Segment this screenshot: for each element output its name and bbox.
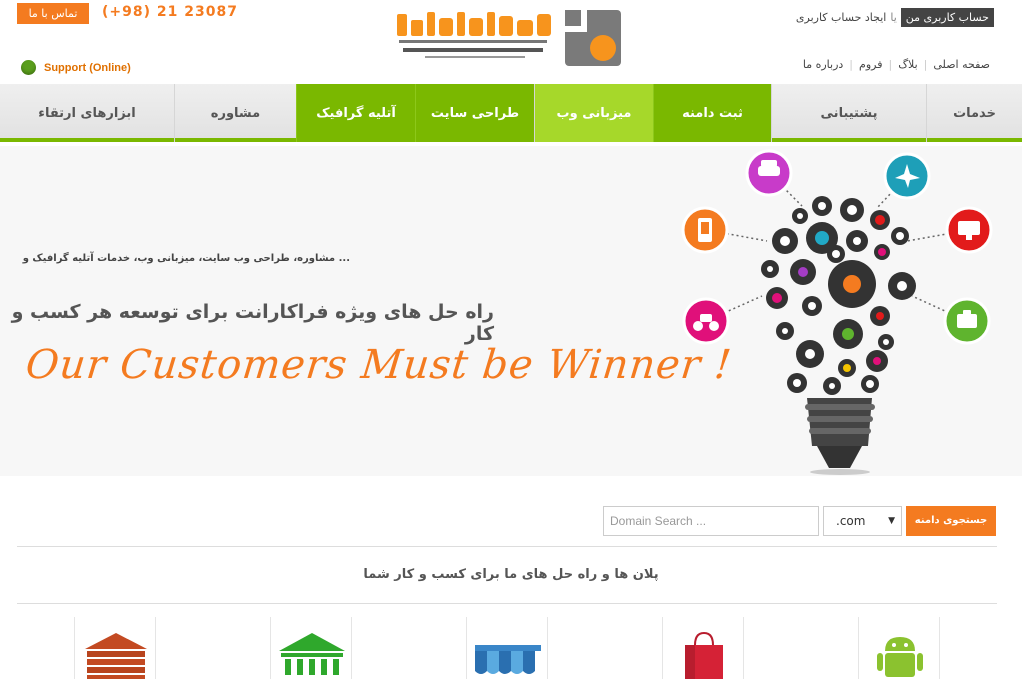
nav-item-graphic-studio[interactable]: آتلیه گرافیک — [296, 84, 415, 142]
awning-icon — [475, 645, 541, 674]
product-icons-row — [0, 617, 1022, 679]
tld-select[interactable]: .com ▼ — [823, 506, 902, 536]
plans-title: پلان ها و راه حل های ما برای کسب و کار ش… — [363, 567, 659, 582]
nav-item-domain-register[interactable]: ثبت دامنه — [653, 84, 771, 142]
gear-bulb-illustration — [681, 149, 993, 475]
hero-subtitle: ... مشاوره، طراحی وب سایت، میزبانی وب، خ… — [22, 253, 350, 264]
bricks-icon — [85, 633, 147, 679]
support-status[interactable]: Support (Online) — [21, 60, 131, 75]
android-icon — [877, 637, 923, 677]
product-card-5[interactable] — [858, 617, 940, 679]
nav-item-consulting[interactable]: مشاوره — [174, 84, 296, 142]
nav-item-upgrade-tools[interactable]: ابزارهای ارتقاء — [0, 84, 174, 142]
online-status-icon — [21, 60, 36, 75]
bank-icon — [279, 633, 345, 675]
nav-item-support[interactable]: پشتیبانی — [771, 84, 926, 142]
product-card-3[interactable] — [466, 617, 548, 679]
forum-link[interactable]: فروم — [853, 58, 888, 71]
domain-search-input[interactable] — [603, 506, 819, 536]
hero-slogan: Our Customers Must be Winner ! — [23, 342, 735, 388]
contact-us-button[interactable]: تماس با ما — [17, 3, 89, 24]
top-link-separator: | — [923, 58, 928, 71]
product-card-2[interactable] — [270, 617, 352, 679]
top-header: تماس با ما (+98) 21 23087 Support (Onlin… — [0, 0, 1022, 84]
section-divider — [17, 603, 997, 604]
my-account-button[interactable]: حساب کاربری من — [900, 8, 994, 27]
product-card-1[interactable] — [74, 617, 156, 679]
domain-search-bar: جستجوی دامنه .com ▼ — [0, 506, 1022, 536]
section-divider — [17, 546, 997, 547]
shopping-bag-icon — [685, 631, 723, 679]
phone-number: (+98) 21 23087 — [102, 4, 238, 20]
nav-item-web-design[interactable]: طراحی سایت — [415, 84, 534, 142]
account-or-label: یا — [890, 11, 897, 24]
home-link[interactable]: صفحه اصلی — [927, 58, 996, 71]
nav-item-services[interactable]: خدمات — [926, 84, 1022, 142]
main-nav: خدمات پشتیبانی ثبت دامنه میزبانی وب طراح… — [0, 84, 1022, 142]
top-link-separator: | — [849, 58, 854, 71]
account-links: حساب کاربری من یا ایجاد حساب کاربری — [796, 8, 994, 27]
top-link-separator: | — [888, 58, 893, 71]
support-label[interactable]: Support (Online) — [44, 62, 131, 74]
create-account-link[interactable]: ایجاد حساب کاربری — [796, 11, 886, 24]
tld-selected-value: .com — [836, 514, 866, 528]
top-links: صفحه اصلی | بلاگ | فروم | درباره ما — [797, 58, 996, 71]
hero-banner: ... مشاوره، طراحی وب سایت، میزبانی وب، خ… — [0, 146, 1022, 476]
chevron-down-icon: ▼ — [888, 516, 895, 526]
nav-item-web-hosting[interactable]: میزبانی وب — [534, 84, 653, 142]
about-link[interactable]: درباره ما — [797, 58, 849, 71]
domain-search-button[interactable]: جستجوی دامنه — [906, 506, 996, 536]
blog-link[interactable]: بلاگ — [892, 58, 923, 71]
logo[interactable] — [395, 6, 625, 68]
product-card-4[interactable] — [662, 617, 744, 679]
hero-title: راه حل های ویژه فراکارانت برای توسعه هر … — [11, 301, 494, 345]
